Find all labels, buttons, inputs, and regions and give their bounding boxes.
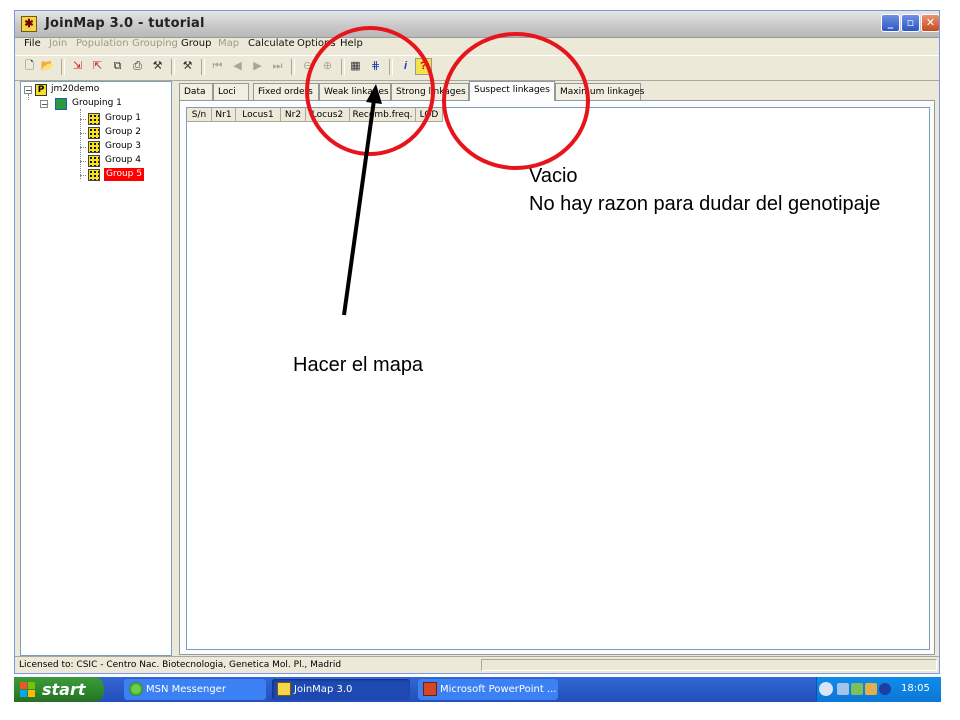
start-label: start xyxy=(42,680,86,699)
status-bar: Licensed to: CSIC - Centro Nac. Biotecno… xyxy=(15,656,939,673)
tray-expand-icon[interactable] xyxy=(819,682,833,696)
network-icon[interactable] xyxy=(837,683,849,695)
tab-weak-linkages[interactable]: Weak linkages xyxy=(319,83,391,100)
collapse-icon[interactable]: − xyxy=(24,86,32,95)
window-title: JoinMap 3.0 - tutorial xyxy=(45,16,205,31)
start-button[interactable]: start xyxy=(14,677,104,702)
linkage-table[interactable]: S/n Nr1 Locus1 Nr2 Locus2 Recomb.freq. L… xyxy=(186,107,930,650)
grouping-icon xyxy=(55,98,67,110)
tab-strong-linkages[interactable]: Strong linkages xyxy=(391,83,469,100)
collapse-icon[interactable]: − xyxy=(40,100,48,109)
task-label: Microsoft PowerPoint ... xyxy=(440,684,557,695)
task-joinmap[interactable]: JoinMap 3.0 xyxy=(272,679,410,700)
import-icon[interactable]: ⇲ xyxy=(69,58,86,75)
project-icon: P xyxy=(35,84,47,96)
tree-project[interactable]: jm20demo xyxy=(51,83,99,96)
group-icon xyxy=(88,155,100,167)
app-icon[interactable]: ✱ xyxy=(21,16,37,32)
license-text: Licensed to: CSIC - Centro Nac. Biotecno… xyxy=(19,660,342,670)
maximize-button[interactable]: ▫ xyxy=(901,14,920,32)
close-button[interactable]: ✕ xyxy=(921,14,939,32)
taskbar: start MSN Messenger JoinMap 3.0 Microsof… xyxy=(14,677,941,702)
zoom-out-icon[interactable]: ⊖ xyxy=(299,58,316,75)
annotation-no-hay-razon: No hay razon para dudar del genotipaje xyxy=(529,193,881,215)
messenger-tray-icon[interactable] xyxy=(851,683,863,695)
print-icon[interactable]: ⎙ xyxy=(129,58,146,75)
tab-fixed-orders[interactable]: Fixed orders xyxy=(253,83,319,100)
powerpoint-icon xyxy=(423,682,437,696)
tree-group-3[interactable]: Group 3 xyxy=(105,140,141,153)
column-header-nr2[interactable]: Nr2 xyxy=(281,108,306,122)
task-label: JoinMap 3.0 xyxy=(294,684,353,695)
menu-help[interactable]: Help xyxy=(340,38,363,49)
joinmap-icon xyxy=(277,682,291,696)
next-record-icon[interactable]: ▶ xyxy=(249,58,266,75)
tab-loci[interactable]: Loci xyxy=(213,83,249,100)
tree-group-2[interactable]: Group 2 xyxy=(105,126,141,139)
tab-maximum-linkages[interactable]: Maximum linkages xyxy=(555,83,644,100)
bluetooth-icon[interactable] xyxy=(879,683,891,695)
column-header-nr1[interactable]: Nr1 xyxy=(212,108,236,122)
menu-group[interactable]: Group xyxy=(181,38,211,49)
tree-group-5-selected[interactable]: Group 5 xyxy=(104,168,144,181)
last-record-icon[interactable]: ⏭ xyxy=(269,58,286,75)
group-icon xyxy=(88,127,100,139)
task-powerpoint[interactable]: Microsoft PowerPoint ... xyxy=(418,679,558,700)
column-header-locus1[interactable]: Locus1 xyxy=(236,108,281,122)
tree-group-1[interactable]: Group 1 xyxy=(105,112,141,125)
clock: 18:05 xyxy=(901,683,930,694)
minimize-button[interactable]: _ xyxy=(881,14,900,32)
annotation-vacio: Vacio xyxy=(529,165,578,187)
tree-group-4[interactable]: Group 4 xyxy=(105,154,141,167)
calculator-icon[interactable]: ▦ xyxy=(347,58,364,75)
status-panel xyxy=(481,659,937,671)
menu-bar: File Join Population Grouping Group Map … xyxy=(15,37,939,53)
open-folder-icon[interactable]: 📂 xyxy=(39,58,56,75)
zoom-in-icon[interactable]: ⊕ xyxy=(319,58,336,75)
group-icon xyxy=(88,113,100,125)
windows-logo-icon xyxy=(20,682,35,697)
title-bar[interactable]: ✱ JoinMap 3.0 - tutorial _ ▫ ✕ xyxy=(15,11,939,38)
toolbar: 🗋 📂 ⇲ ⇱ ⧉ ⎙ ⚒ ⚒ ⏮ ◀ ▶ ⏭ ⊖ ⊕ ▦ ⋕ i ? xyxy=(15,55,939,81)
menu-grouping[interactable]: Grouping xyxy=(132,38,178,49)
column-header-recomb-freq[interactable]: Recomb.freq. xyxy=(350,108,416,122)
project-tree[interactable]: − P jm20demo − Grouping 1 Group 1 Group … xyxy=(20,81,172,656)
menu-options[interactable]: Options xyxy=(297,38,336,49)
settings-tools-icon[interactable]: ⚒ xyxy=(179,58,196,75)
msn-icon xyxy=(129,682,143,696)
menu-population[interactable]: Population xyxy=(76,38,129,49)
info-icon[interactable]: i xyxy=(397,58,414,75)
previous-record-icon[interactable]: ◀ xyxy=(229,58,246,75)
tab-suspect-linkages[interactable]: Suspect linkages xyxy=(469,81,555,101)
export-icon[interactable]: ⇱ xyxy=(89,58,106,75)
copy-icon[interactable]: ⧉ xyxy=(109,58,126,75)
group-icon xyxy=(88,169,100,181)
tools-icon[interactable]: ⚒ xyxy=(149,58,166,75)
menu-map[interactable]: Map xyxy=(218,38,239,49)
annotation-hacer-el-mapa: Hacer el mapa xyxy=(293,354,424,376)
tab-data[interactable]: Data xyxy=(179,83,213,100)
column-header-locus2[interactable]: Locus2 xyxy=(306,108,350,122)
system-tray: 18:05 xyxy=(816,677,941,702)
column-header-sn[interactable]: S/n xyxy=(187,108,212,122)
users-tray-icon[interactable] xyxy=(865,683,877,695)
column-header-lod[interactable]: LOD xyxy=(416,108,443,122)
joinmap-window: ✱ JoinMap 3.0 - tutorial _ ▫ ✕ File Join… xyxy=(14,10,940,674)
task-label: MSN Messenger xyxy=(146,684,226,695)
menu-file[interactable]: File xyxy=(24,38,41,49)
grid-icon[interactable]: ⋕ xyxy=(367,58,384,75)
group-icon xyxy=(88,141,100,153)
menu-calculate[interactable]: Calculate xyxy=(248,38,295,49)
new-file-icon[interactable]: 🗋 xyxy=(21,58,38,75)
help-icon[interactable]: ? xyxy=(415,58,432,75)
task-msn-messenger[interactable]: MSN Messenger xyxy=(124,679,266,700)
first-record-icon[interactable]: ⏮ xyxy=(209,58,226,75)
menu-join[interactable]: Join xyxy=(49,38,67,49)
